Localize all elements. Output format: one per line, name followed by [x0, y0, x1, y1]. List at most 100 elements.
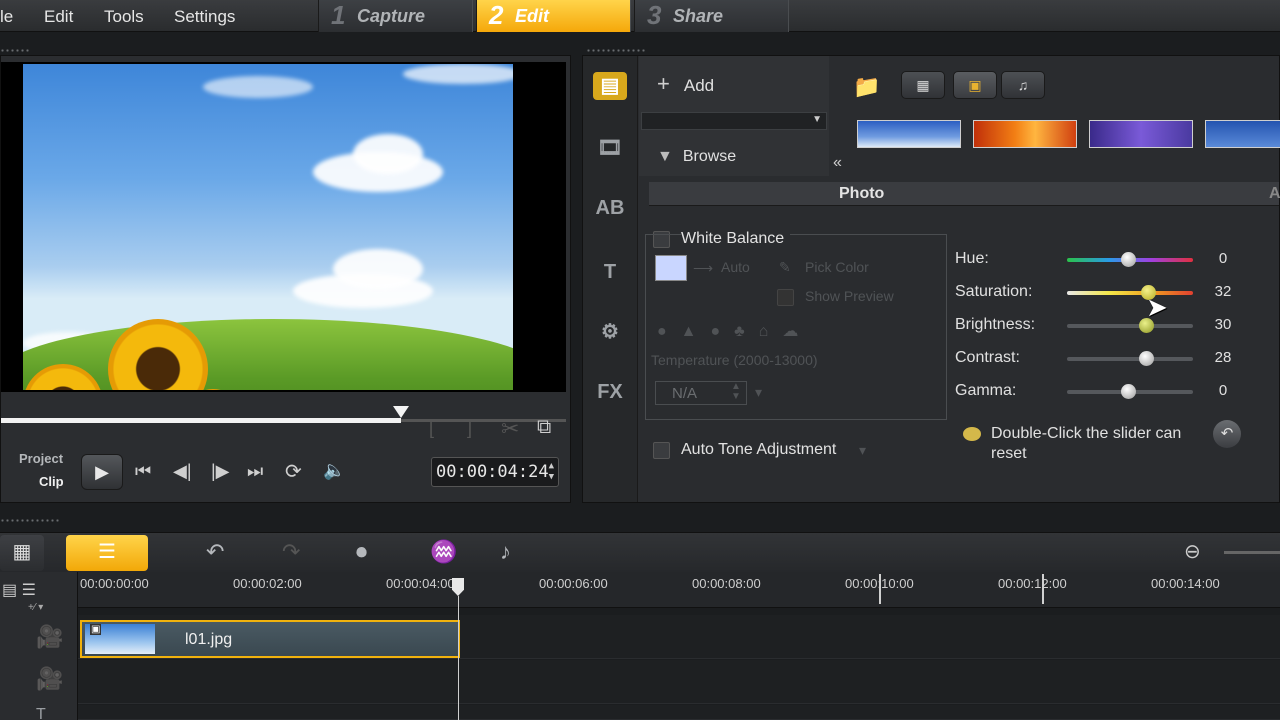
transition-icon[interactable]: AB — [593, 194, 627, 222]
auto-wb-label[interactable]: Auto — [721, 259, 750, 275]
playhead-line[interactable] — [458, 596, 459, 720]
video-track-icon[interactable]: 🎥 — [36, 624, 63, 650]
library-thumbnail[interactable] — [973, 120, 1077, 148]
show-photos-button[interactable]: ▣ — [953, 71, 997, 99]
import-folder-icon[interactable]: 📁 — [853, 74, 880, 100]
track-manager-icon[interactable]: ▤ ☰ — [2, 580, 36, 600]
play-button[interactable]: ▶ — [81, 454, 123, 490]
menu-file[interactable]: le — [0, 7, 13, 27]
preview-screen — [1, 62, 566, 392]
filter-fx-icon[interactable]: FX — [593, 378, 627, 406]
panel-grip[interactable] — [586, 48, 646, 54]
show-audio-button[interactable]: ♫ — [1001, 71, 1045, 99]
menu-settings[interactable]: Settings — [174, 7, 235, 27]
mouse-cursor-icon: ➤ — [1146, 292, 1168, 322]
contrast-slider-handle[interactable] — [1139, 351, 1154, 366]
add-folder-button[interactable]: + Add — [657, 71, 714, 97]
step-share-tab[interactable]: 3 Share — [634, 0, 789, 32]
gamma-slider-handle[interactable] — [1121, 384, 1136, 399]
menu-edit[interactable]: Edit — [44, 7, 73, 27]
step-capture-tab[interactable]: 1 Capture — [318, 0, 473, 32]
step-label: Share — [673, 6, 724, 26]
title-icon[interactable]: T — [593, 258, 627, 286]
overlay-track-icon[interactable]: 🎥 — [36, 666, 63, 692]
browse-button[interactable]: ▼ Browse — [657, 148, 736, 166]
library-thumbnail[interactable] — [857, 120, 961, 148]
temperature-dropdown-icon[interactable]: ▾ — [755, 384, 762, 401]
timeline-clip[interactable]: ▣ l01.jpg — [80, 620, 460, 658]
timecode-field[interactable]: 00:00:04:24 ▲ ▼ — [431, 457, 559, 487]
preview-panel: [ ] ✂ ⧉ Project Clip ▶ ⏮ ◀| |▶ ⏭ ⟳ 🔈 00:… — [0, 55, 571, 503]
overlay-track[interactable] — [78, 660, 1280, 704]
tab-photo[interactable]: Photo — [839, 185, 884, 203]
instant-project-icon[interactable]: 🎞 — [593, 134, 627, 162]
library-category-strip: ▤ 🎞 AB T ⚙ FX — [583, 56, 638, 502]
step-edit-tab[interactable]: 2 Edit — [476, 0, 631, 32]
graphic-icon[interactable]: ⚙ — [593, 318, 627, 346]
library-folder-dropdown[interactable]: ▼ — [641, 112, 827, 130]
repeat-icon[interactable]: ⟳ — [285, 459, 302, 484]
scrub-handle[interactable] — [393, 406, 409, 418]
library-panel: ▤ 🎞 AB T ⚙ FX + Add ▼ ▼ Browse 📁 ▦ ▣ ♫ « P… — [582, 55, 1280, 503]
title-track-icon[interactable]: T — [36, 706, 46, 720]
temperature-spinner-icon[interactable]: ▲ ▼ — [731, 382, 741, 402]
library-thumbnail[interactable] — [1089, 120, 1193, 148]
record-capture-icon[interactable]: ⏺ — [356, 539, 367, 565]
title-track[interactable] — [78, 705, 1280, 720]
auto-music-icon[interactable]: ♪ — [500, 539, 511, 565]
saturation-slider-row: Saturation: 32 — [955, 281, 1235, 305]
show-preview-checkbox[interactable] — [777, 289, 794, 306]
audio-mixer-icon[interactable]: ♒ — [430, 539, 457, 565]
zoom-slider[interactable] — [1224, 551, 1280, 554]
enlarge-preview-icon[interactable]: ⧉ — [537, 416, 551, 439]
ruler-tick-label: 00:00:14:00 — [1151, 576, 1220, 591]
panel-grip[interactable] — [0, 518, 60, 524]
wb-preset-icons[interactable]: ●▲●♣⌂☁ — [657, 321, 812, 341]
library-thumbnail[interactable] — [1205, 120, 1280, 148]
panel-grip[interactable] — [0, 48, 30, 54]
media-library-icon[interactable]: ▤ — [593, 72, 627, 100]
zoom-out-icon[interactable]: ⊖ — [1184, 539, 1201, 564]
step-label: Capture — [357, 6, 426, 26]
tab-attributes[interactable]: A — [1269, 185, 1280, 203]
slider-reset-hint: Double-Click the slider can reset — [991, 425, 1182, 462]
timeline-ruler[interactable]: 00:00:00:00 00:00:02:00 00:00:04:00 00:0… — [78, 572, 1280, 608]
timeline-marker[interactable] — [879, 574, 881, 604]
saturation-slider[interactable] — [1067, 291, 1193, 295]
split-clip-icon[interactable]: ✂ — [501, 416, 519, 442]
browse-label: Browse — [682, 148, 737, 165]
contrast-label: Contrast: — [955, 349, 1020, 366]
timeline-view-button[interactable]: ☰ — [66, 535, 148, 571]
volume-icon[interactable]: 🔈 — [323, 460, 345, 481]
redo-icon[interactable]: ↷ — [282, 539, 300, 565]
mark-in-icon[interactable]: [ — [429, 418, 434, 439]
contrast-slider[interactable] — [1067, 357, 1193, 361]
show-videos-button[interactable]: ▦ — [901, 71, 945, 99]
saturation-value: 32 — [1214, 283, 1232, 300]
menu-tools[interactable]: Tools — [104, 7, 144, 27]
clip-mode-label[interactable]: Clip — [39, 474, 64, 489]
pick-color-label[interactable]: Pick Color — [805, 259, 869, 275]
project-mode-label[interactable]: Project — [19, 451, 63, 466]
brightness-slider-row: Brightness: 30 — [955, 314, 1235, 338]
brightness-slider[interactable] — [1067, 324, 1193, 328]
next-frame-icon[interactable]: |▶ — [211, 461, 230, 482]
storyboard-view-button[interactable]: ▦ — [0, 535, 44, 571]
collapse-library-icon[interactable]: « — [833, 154, 842, 172]
hue-slider-handle[interactable] — [1121, 252, 1136, 267]
reset-sliders-button[interactable]: ↶ — [1213, 420, 1241, 448]
gamma-label: Gamma: — [955, 382, 1017, 399]
scrub-bar[interactable] — [1, 418, 401, 423]
hue-value: 0 — [1218, 250, 1228, 267]
go-to-start-icon[interactable]: ⏮ — [135, 461, 151, 482]
mark-out-icon[interactable]: ] — [467, 418, 472, 439]
white-balance-color-swatch[interactable] — [655, 255, 687, 281]
auto-tone-checkbox[interactable] — [653, 442, 670, 459]
add-track-icon[interactable]: +⁄ ▾ — [28, 602, 43, 613]
timeline-marker[interactable] — [1042, 574, 1044, 604]
undo-icon[interactable]: ↶ — [206, 539, 224, 565]
go-to-end-icon[interactable]: ⏭ — [247, 461, 263, 482]
auto-tone-dropdown-icon[interactable]: ▾ — [859, 442, 866, 459]
timecode-spinner-icon[interactable]: ▲ ▼ — [549, 461, 554, 483]
previous-frame-icon[interactable]: ◀| — [173, 461, 192, 482]
